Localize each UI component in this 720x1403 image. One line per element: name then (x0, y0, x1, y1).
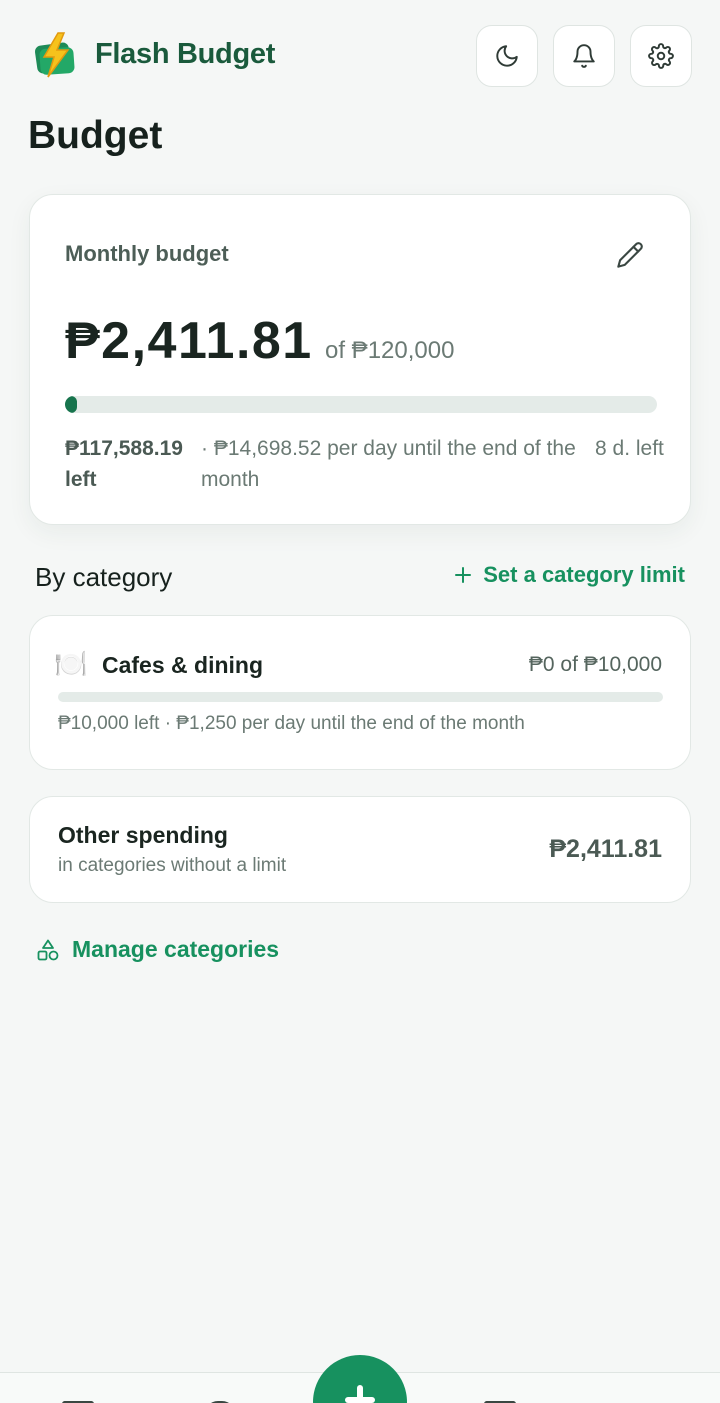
dark-mode-button[interactable] (476, 25, 538, 87)
settings-button[interactable] (630, 25, 692, 87)
app-logo (34, 32, 75, 78)
budget-total: of ₱120,000 (325, 337, 455, 364)
manage-categories-link[interactable]: Manage categories (36, 936, 279, 963)
other-spending-name: Other spending (58, 822, 228, 848)
gear-icon (648, 43, 674, 69)
budget-progress-bar (65, 396, 657, 413)
monthly-budget-card: Monthly budget ₱2,411.81 of ₱120,000 ₱11… (29, 194, 691, 525)
per-day-text: · ₱14,698.52 per day until the end of th… (201, 437, 576, 491)
amount-left: ₱117,588.19 left (65, 437, 183, 491)
moon-icon (496, 45, 518, 67)
budget-progress-fill (65, 396, 77, 413)
set-category-limit-button[interactable]: Set a category limit (453, 562, 685, 588)
set-category-limit-label: Set a category limit (483, 562, 685, 587)
category-name: Cafes & dining (102, 652, 264, 678)
plate-icon: 🍽️ (54, 649, 88, 679)
days-left: 8 d. left (595, 437, 664, 460)
category-progress-bar (58, 692, 663, 702)
shapes-icon (37, 939, 59, 960)
add-transaction-button[interactable] (313, 1355, 407, 1403)
page-title: Budget (28, 114, 163, 157)
plus-icon (455, 567, 472, 583)
section-title-by-category: By category (35, 562, 173, 592)
category-subtitle: ₱10,000 left · ₱1,250 per day until the … (58, 713, 525, 734)
spent-amount: ₱2,411.81 (65, 312, 313, 370)
notifications-button[interactable] (553, 25, 615, 87)
app-header: Flash Budget (0, 0, 720, 112)
other-spending-card[interactable]: Other spending in categories without a l… (29, 796, 691, 903)
pencil-icon[interactable] (616, 241, 644, 269)
monthly-budget-label: Monthly budget (65, 241, 229, 266)
category-amount: ₱0 of ₱10,000 (528, 653, 662, 676)
bell-icon (573, 44, 595, 68)
app-name: Flash Budget (95, 38, 276, 70)
manage-categories-label: Manage categories (72, 936, 280, 962)
other-spending-amount: ₱2,411.81 (549, 835, 662, 863)
category-card-cafes-dining[interactable]: 🍽️ Cafes & dining ₱0 of ₱10,000 ₱10,000 … (29, 615, 691, 770)
other-spending-subtitle: in categories without a limit (58, 855, 287, 876)
